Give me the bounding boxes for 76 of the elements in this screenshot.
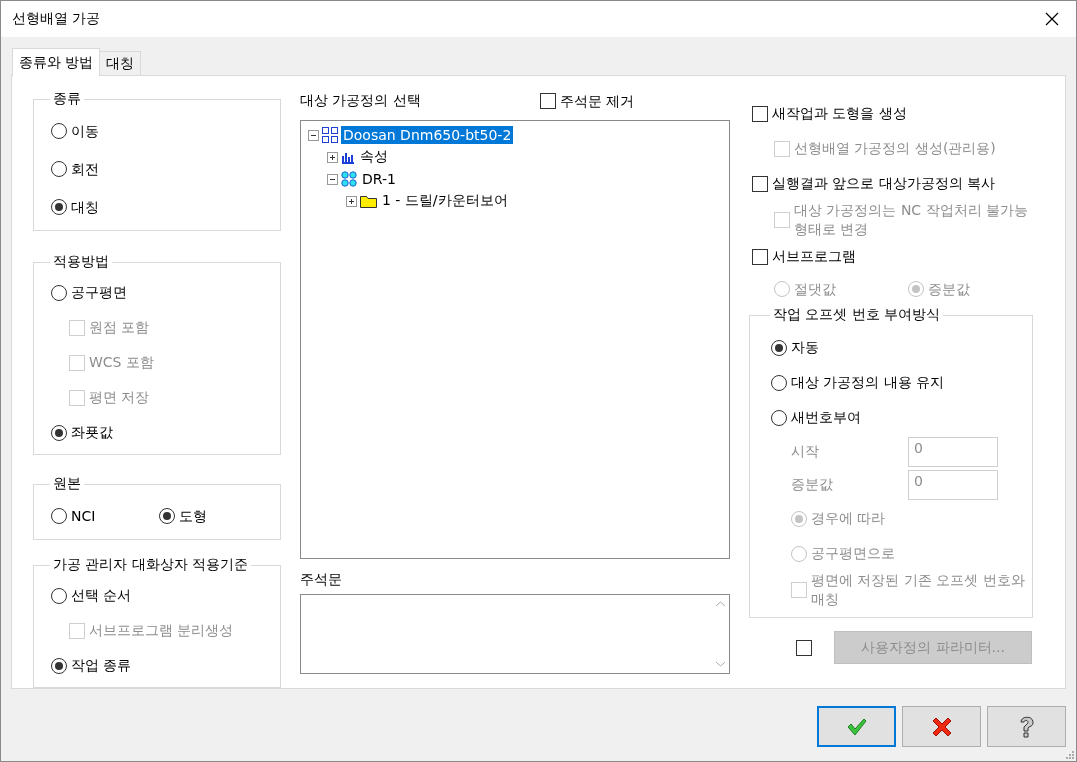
option-label: 서브프로그램 [772,247,856,266]
option-label: 회전 [71,159,99,179]
help-icon [1018,715,1035,738]
expand-icon[interactable] [327,151,338,163]
tree-item[interactable]: Doosan Dnm650-bt50-2 [341,126,514,144]
option-label: NCI [71,506,96,526]
expand-icon[interactable] [346,195,357,207]
field-label: 증분값 [791,475,834,494]
option-label: 실행결과 앞으로 대상가공정의 복사 [772,174,996,193]
group-title: 가공 관리자 대화상자 적용기준 [52,556,250,574]
option-label: 경우에 따라 [811,509,886,528]
option-label: 도형 [179,506,208,526]
checkbox[interactable] [752,248,768,265]
option-label: 새번호부여 [791,408,861,427]
option-label: 작업 종류 [71,656,132,675]
option-label: WCS 포함 [89,353,154,372]
radio-button[interactable] [771,409,787,426]
resize-grip-icon[interactable] [1065,750,1075,760]
checkbox[interactable] [752,105,768,122]
ok-button[interactable] [817,706,896,747]
checkmark-icon [846,717,867,736]
radio-button[interactable] [51,161,67,177]
option-label: 서브프로그램 분리생성 [89,621,234,640]
radio-button[interactable] [771,374,787,391]
bar-chart-icon [341,150,355,164]
checkbox[interactable] [752,175,768,192]
close-icon [931,716,952,737]
radio-button[interactable] [51,284,67,301]
field-label: 시작 [791,442,820,461]
group-title: 적용방법 [52,253,110,271]
option-label: 새작업과 도형을 생성 [772,104,907,123]
radio-button[interactable] [51,508,67,524]
help-button[interactable] [987,706,1066,747]
tree-item[interactable]: 1 - 드릴/카운터보어 [380,191,510,211]
group-title: 종류 [52,90,82,108]
section-label: 주석문 [300,571,343,589]
group-title: 작업 오프셋 번호 부여방식 [772,306,942,324]
radio-button[interactable] [159,508,176,524]
radio-button[interactable] [51,123,67,139]
option-label: 공구평면 [71,283,127,302]
option-label: 평면 저장 [89,388,150,407]
close-icon [1045,12,1059,26]
option-label: 원점 포함 [89,318,150,337]
tab[interactable]: 대칭 [99,51,142,76]
radio-button[interactable] [51,424,67,441]
cancel-button[interactable] [902,706,981,747]
tree-item[interactable]: 속성 [358,147,390,167]
circles-icon [341,171,357,187]
group-title: 원본 [52,475,82,493]
option-label: 절댓값 [794,279,836,299]
collapse-icon[interactable] [308,129,319,141]
tab[interactable]: 종류와 방법 [12,48,101,76]
option-label: 이동 [71,121,99,141]
option-label: 대상 가공정의는 NC 작업처리 불가능 형태로 변경 [794,201,1030,239]
option-label: 평면에 저장된 기존 오프셋 번호와 매칭 [811,571,1026,609]
option-label: 선택 순서 [71,586,132,605]
radio-button[interactable] [51,657,67,674]
option-label: 자동 [791,338,819,357]
tree-item[interactable]: DR-1 [360,170,398,188]
section-label: 대상 가공정의 선택 [300,92,421,110]
radio-button[interactable] [51,587,67,604]
grid-icon [322,127,338,143]
window-title: 선형배열 가공 [12,10,101,28]
option-label: 주석문 제거 [559,91,634,111]
option-label: 선형배열 가공정의 생성(관리용) [794,139,996,158]
option-label: 대상 가공정의 내용 유지 [791,373,945,392]
option-label: 공구평면으로 [811,544,895,563]
option-label: 대칭 [71,197,99,217]
option-label: 좌푯값 [71,423,113,442]
checkbox[interactable] [796,639,812,656]
radio-button[interactable] [51,199,67,215]
radio-button[interactable] [771,339,787,356]
folder-icon [360,194,377,208]
collapse-icon[interactable] [327,173,338,185]
checkbox[interactable] [539,93,556,109]
option-label: 증분값 [928,279,970,299]
